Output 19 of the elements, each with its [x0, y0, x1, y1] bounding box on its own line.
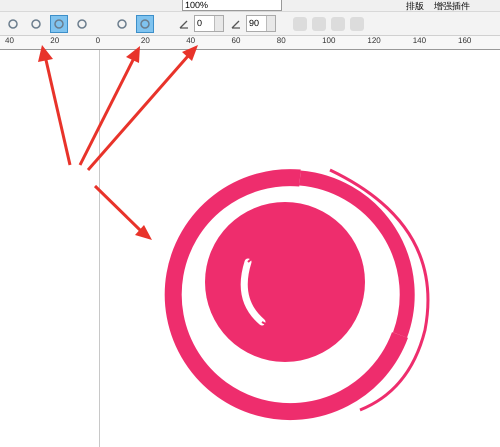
ruler-label: 100 — [322, 36, 336, 45]
number-field[interactable]: 0 — [194, 15, 224, 32]
zoom-field[interactable]: 100% — [182, 0, 282, 11]
ruler-label: 20 — [50, 36, 60, 45]
ruler-label: 60 — [232, 36, 240, 45]
ruler-label: 80 — [276, 36, 286, 45]
angle-icon — [231, 18, 241, 28]
ruler-label: 160 — [458, 36, 472, 45]
arrow — [94, 184, 152, 240]
ruler-label: 40 — [186, 36, 196, 45]
ruler-label: 20 — [140, 36, 150, 45]
ruler-label: 120 — [367, 36, 381, 45]
toolbar-button[interactable]: 增强插件 — [432, 1, 472, 11]
ruler-label: 140 — [412, 36, 426, 45]
number-field[interactable]: 90 — [246, 15, 276, 32]
ruler-label: 40 — [5, 36, 14, 45]
ruler-label: 0 — [96, 36, 100, 45]
toolbar-button[interactable]: 排版 — [404, 1, 426, 11]
angle-icon — [179, 18, 189, 28]
